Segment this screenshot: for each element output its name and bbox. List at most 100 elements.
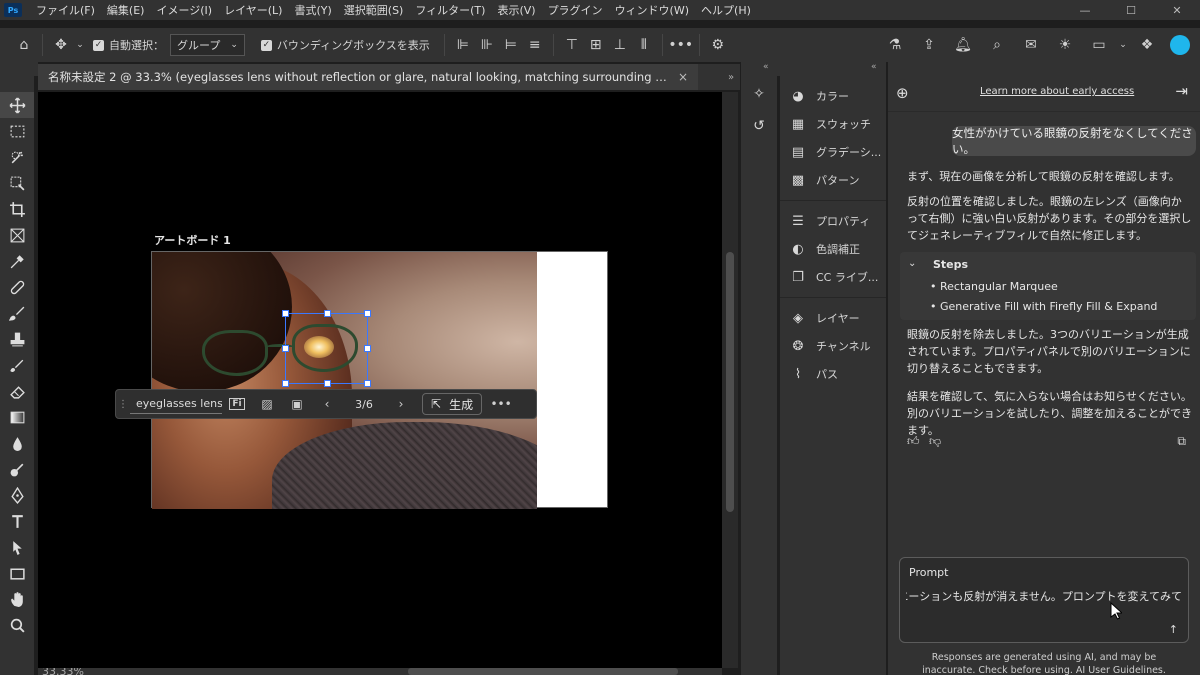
auto-select-checkbox[interactable]: ✓ 自動選択：	[93, 37, 164, 53]
align-left-icon[interactable]: ⊫	[451, 33, 475, 57]
move-tool-icon[interactable]: ✥	[49, 33, 73, 57]
close-icon[interactable]: ×	[678, 70, 688, 84]
plugins-icon[interactable]: ❖	[1130, 28, 1164, 62]
panel-swatches[interactable]: ▦ スウォッチ	[780, 110, 886, 138]
history-icon[interactable]: ↺	[741, 112, 777, 140]
avatar[interactable]	[1170, 35, 1190, 55]
generate-button[interactable]: ⇱ 生成	[422, 393, 483, 415]
path-selection-tool[interactable]	[0, 534, 34, 560]
rectangle-tool[interactable]	[0, 560, 34, 586]
thumbs-down-icon[interactable]: 👎︎	[929, 434, 951, 448]
canvas-area[interactable]: アートボード 1 ⋮ eyeglasses lens w Fi	[38, 92, 722, 668]
align-right-icon[interactable]: ⊨	[499, 33, 523, 57]
bell-icon[interactable]: 🔔︎	[946, 28, 980, 62]
chevron-down-icon[interactable]: ⌄	[73, 33, 87, 57]
panel-expand-icon[interactable]: »	[722, 64, 740, 90]
transform-handle[interactable]	[324, 380, 331, 387]
minimize-icon[interactable]: —	[1062, 0, 1108, 20]
new-chat-icon[interactable]: ⊕	[896, 84, 909, 102]
history-brush-tool[interactable]	[0, 352, 34, 378]
blur-tool[interactable]	[0, 430, 34, 456]
eyedropper-tool[interactable]	[0, 248, 34, 274]
panel-channels[interactable]: ❂ チャンネル	[780, 332, 886, 360]
transform-handle[interactable]	[364, 310, 371, 317]
menu-help[interactable]: ヘルプ(H)	[695, 2, 757, 18]
maximize-icon[interactable]: ☐	[1108, 0, 1154, 20]
menu-file[interactable]: ファイル(F)	[30, 2, 101, 18]
crop-tool[interactable]	[0, 196, 34, 222]
panel-gradients[interactable]: ▤ グラデーシ...	[780, 138, 886, 166]
transform-handle[interactable]	[324, 310, 331, 317]
send-icon[interactable]: ↑	[1169, 623, 1178, 636]
align-bottom-icon[interactable]: ⊥	[608, 33, 632, 57]
firefly-icon[interactable]: Fi	[222, 389, 252, 419]
eraser-tool[interactable]	[0, 378, 34, 404]
panel-color[interactable]: ◕ カラー	[780, 82, 886, 110]
zoom-level[interactable]: 33.33%	[42, 668, 84, 675]
healing-brush-tool[interactable]	[0, 274, 34, 300]
exit-icon[interactable]: ⇥	[1175, 82, 1188, 100]
early-access-link[interactable]: Learn more about early access	[980, 86, 1134, 97]
bounding-box-checkbox[interactable]: ✓ バウンディングボックスを表示	[260, 37, 430, 53]
selection-box[interactable]	[282, 310, 371, 387]
gear-icon[interactable]: ⚙	[706, 33, 730, 57]
transform-handle[interactable]	[364, 380, 371, 387]
collapse-icon[interactable]: «	[763, 62, 769, 72]
gradient-tool[interactable]	[0, 404, 34, 430]
horizontal-scrollbar[interactable]	[408, 668, 678, 675]
generative-prompt-input[interactable]: eyeglasses lens w	[130, 394, 222, 414]
workspace-icon[interactable]: ▭	[1082, 28, 1116, 62]
menu-view[interactable]: 表示(V)	[491, 2, 541, 18]
align-center-icon[interactable]: ⊪	[475, 33, 499, 57]
artboard-label[interactable]: アートボード 1	[154, 232, 231, 248]
steps-title[interactable]: Steps	[933, 258, 968, 271]
collapse-icon[interactable]: «	[871, 62, 877, 72]
stamp-tool[interactable]	[0, 326, 34, 352]
menu-type[interactable]: 書式(Y)	[288, 2, 337, 18]
crop-select-tool[interactable]	[0, 170, 34, 196]
prompt-input-box[interactable]: Prompt どのバリエーションも反射が消えません。プロンプトを変えてみて ↑	[899, 557, 1189, 643]
hand-tool[interactable]	[0, 586, 34, 612]
panel-paths[interactable]: ⌇ パス	[780, 360, 886, 388]
variations-icon[interactable]: ▣	[282, 389, 312, 419]
brush-tool[interactable]	[0, 300, 34, 326]
menu-filter[interactable]: フィルター(T)	[409, 2, 491, 18]
document-tab[interactable]: 名称未設定 2 @ 33.3% (eyeglasses lens without…	[38, 64, 698, 90]
frame-tool[interactable]	[0, 222, 34, 248]
transform-handle[interactable]	[282, 380, 289, 387]
prompt-input[interactable]: どのバリエーションも反射が消えません。プロンプトを変えてみて	[906, 588, 1182, 604]
drag-handle-icon[interactable]: ⋮	[116, 390, 130, 418]
dock-collapse[interactable]: « «	[741, 62, 886, 76]
vertical-scrollbar-track[interactable]	[722, 92, 738, 668]
panel-adjustments[interactable]: ◐ 色調補正	[780, 235, 886, 263]
portrait-photo[interactable]	[152, 252, 537, 509]
distribute-icon[interactable]: ≡	[523, 33, 547, 57]
panel-patterns[interactable]: ▩ パターン	[780, 166, 886, 194]
panel-properties[interactable]: ☰ プロパティ	[780, 207, 886, 235]
menu-layer[interactable]: レイヤー(L)	[218, 2, 288, 18]
share-icon[interactable]: ⇪	[912, 28, 946, 62]
search-icon[interactable]: ⌕	[980, 28, 1014, 62]
dodge-tool[interactable]	[0, 456, 34, 482]
close-window-icon[interactable]: ✕	[1154, 0, 1200, 20]
align-top-icon[interactable]: ⊤	[560, 33, 584, 57]
zoom-tool[interactable]	[0, 612, 34, 638]
distribute-vertical-icon[interactable]: ⦀	[632, 33, 656, 57]
menu-plugins[interactable]: プラグイン	[542, 2, 609, 18]
panel-libraries[interactable]: ❐ CC ライブ...	[780, 263, 886, 291]
menu-edit[interactable]: 編集(E)	[101, 2, 151, 18]
feedback-icon[interactable]: ✉	[1014, 28, 1048, 62]
previous-variation-button[interactable]: ‹	[312, 389, 342, 419]
panel-layers[interactable]: ◈ レイヤー	[780, 304, 886, 332]
artboard[interactable]	[151, 251, 608, 509]
chevron-down-icon[interactable]: ⌄	[908, 258, 916, 269]
chevron-down-icon[interactable]: ⌄	[1116, 28, 1130, 62]
transform-handle[interactable]	[282, 310, 289, 317]
more-options-icon[interactable]: •••	[668, 33, 693, 57]
move-tool[interactable]	[0, 92, 34, 118]
vertical-scrollbar[interactable]	[726, 252, 734, 512]
type-tool[interactable]	[0, 508, 34, 534]
menu-image[interactable]: イメージ(I)	[150, 2, 218, 18]
assistant-icon[interactable]: ✧	[741, 80, 777, 108]
thumbs-up-icon[interactable]: 👍︎	[907, 434, 929, 448]
